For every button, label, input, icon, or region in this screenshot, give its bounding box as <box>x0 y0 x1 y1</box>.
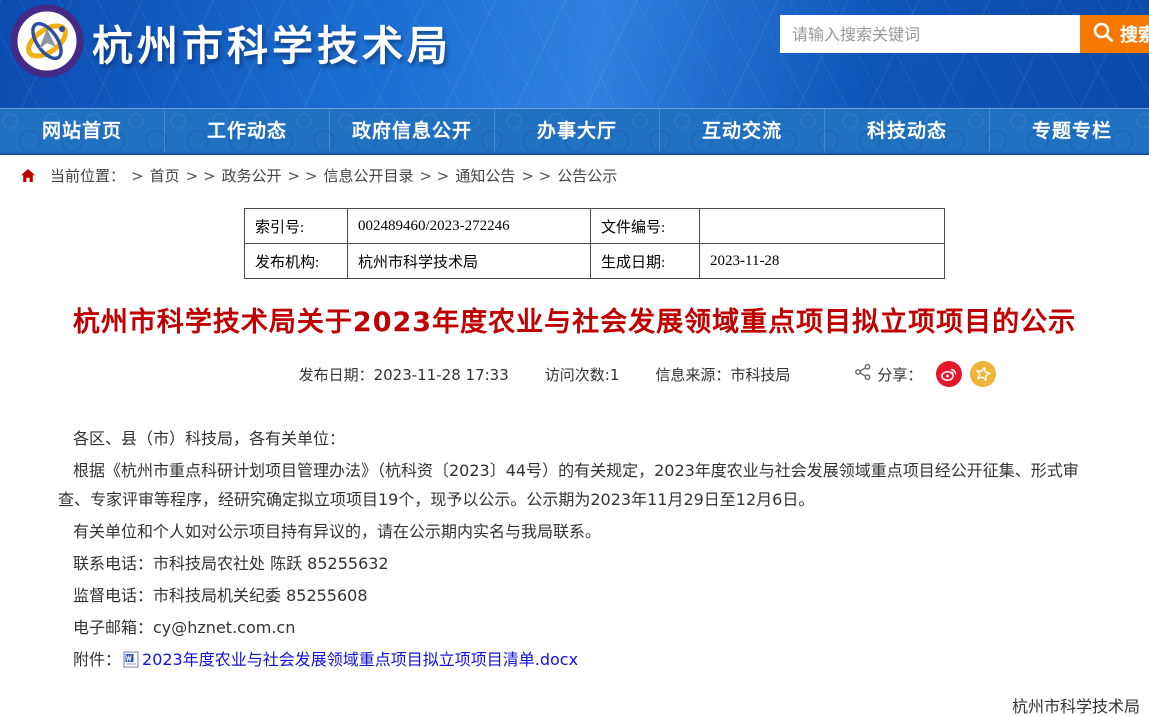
breadcrumb-item-notices[interactable]: 通知公告 <box>455 165 515 186</box>
file-number-value <box>700 209 945 244</box>
search-icon <box>1092 21 1114 48</box>
main-nav: 网站首页 工作动态 政府信息公开 办事大厅 互动交流 科技动态 专题专栏 <box>0 108 1149 155</box>
publish-date: 发布日期：2023-11-28 17:33 <box>299 364 509 385</box>
nav-item-service-hall[interactable]: 办事大厅 <box>495 109 660 153</box>
breadcrumb-item-info-catalog[interactable]: 信息公开目录 <box>323 165 413 186</box>
document-info-table: 索引号: 002489460/2023-272246 文件编号: 发布机构: 杭… <box>244 208 945 279</box>
table-row: 索引号: 002489460/2023-272246 文件编号: <box>245 209 945 244</box>
breadcrumb-separator: > > <box>419 167 449 185</box>
qzone-star-icon[interactable] <box>970 361 996 387</box>
article-meta: 发布日期：2023-11-28 17:33 访问次数:1 信息来源：市科技局 分… <box>64 361 1149 387</box>
paragraph-objection: 有关单位和个人如对公示项目持有异议的，请在公示期内实名与我局联系。 <box>58 517 1091 546</box>
page: 杭州市科学技术局 搜索 网站首页 工作动态 政府信息公开 办事大厅 互动交流 科… <box>0 0 1149 716</box>
file-number-label: 文件编号: <box>591 209 700 244</box>
attachment-label: 附件： <box>73 650 121 669</box>
paragraph-main: 根据《杭州市重点科研计划项目管理办法》（杭科资〔2023〕44号）的有关规定，2… <box>58 456 1091 514</box>
nav-item-sci-tech-news[interactable]: 科技动态 <box>825 109 990 153</box>
publisher-value: 杭州市科学技术局 <box>348 244 591 279</box>
paragraph-contact-phone: 联系电话：市科技局农社处 陈跃 85255632 <box>58 549 1091 578</box>
index-number-label: 索引号: <box>245 209 348 244</box>
search-box: 搜索 <box>780 15 1149 53</box>
breadcrumb-item-gov-open[interactable]: 政务公开 <box>222 165 282 186</box>
article-body: 各区、县（市）科技局，各有关单位： 根据《杭州市重点科研计划项目管理办法》（杭科… <box>0 424 1149 677</box>
word-doc-icon <box>123 653 139 672</box>
breadcrumb-lead-arrow: > <box>131 167 144 185</box>
publisher-label: 发布机构: <box>245 244 348 279</box>
nav-item-home[interactable]: 网站首页 <box>0 109 165 153</box>
breadcrumb-prefix: 当前位置： <box>50 165 125 186</box>
home-icon <box>20 168 36 183</box>
site-title: 杭州市科学技术局 <box>92 12 452 72</box>
share-label: 分享： <box>877 364 922 385</box>
paragraph-email: 电子邮箱：cy@hznet.com.cn <box>58 613 1091 642</box>
attachment-line: 附件： 2023年度农业与社会发展领域重点项目拟立项项目清单.docx <box>58 645 1091 677</box>
weibo-icon[interactable] <box>936 361 962 387</box>
attachment-link[interactable]: 2023年度农业与社会发展领域重点项目拟立项项目清单.docx <box>142 650 578 669</box>
breadcrumb-separator: > > <box>288 167 318 185</box>
search-button-label: 搜索 <box>1120 21 1149 47</box>
breadcrumb-item-home[interactable]: 首页 <box>150 165 180 186</box>
agency-emblem-logo[interactable] <box>9 3 85 79</box>
created-date-value: 2023-11-28 <box>700 244 945 279</box>
info-source: 信息来源：市科技局 <box>655 364 790 385</box>
breadcrumb-separator: > > <box>521 167 551 185</box>
paragraph-supervision-phone: 监督电话：市科技局机关纪委 85255608 <box>58 581 1091 610</box>
visit-count: 访问次数:1 <box>545 364 620 385</box>
nav-item-interaction[interactable]: 互动交流 <box>660 109 825 153</box>
breadcrumb-item-public-announcements[interactable]: 公告公示 <box>557 165 617 186</box>
page-title: 杭州市科学技术局关于2023年度农业与社会发展领域重点项目拟立项项目的公示 <box>40 306 1109 340</box>
share-group: 分享： <box>854 361 996 387</box>
breadcrumb-separator: > > <box>186 167 216 185</box>
nav-item-gov-info[interactable]: 政府信息公开 <box>330 109 495 153</box>
table-row: 发布机构: 杭州市科学技术局 生成日期: 2023-11-28 <box>245 244 945 279</box>
share-nodes-icon <box>854 363 872 385</box>
nav-item-special-topics[interactable]: 专题专栏 <box>990 109 1149 153</box>
nav-item-work-news[interactable]: 工作动态 <box>165 109 330 153</box>
signature-block: 杭州市科学技术局 2023年11月28日 <box>0 692 1149 716</box>
search-button[interactable]: 搜索 <box>1080 15 1149 53</box>
breadcrumb: 当前位置： > 首页 > > 政务公开 > > 信息公开目录 > > 通知公告 … <box>0 155 1149 196</box>
site-header: 杭州市科学技术局 搜索 <box>0 0 1149 108</box>
index-number-value: 002489460/2023-272246 <box>348 209 591 244</box>
created-date-label: 生成日期: <box>591 244 700 279</box>
paragraph-salutation: 各区、县（市）科技局，各有关单位： <box>58 424 1091 453</box>
search-input[interactable] <box>780 15 1080 53</box>
signature-org: 杭州市科学技术局 <box>0 692 1140 716</box>
